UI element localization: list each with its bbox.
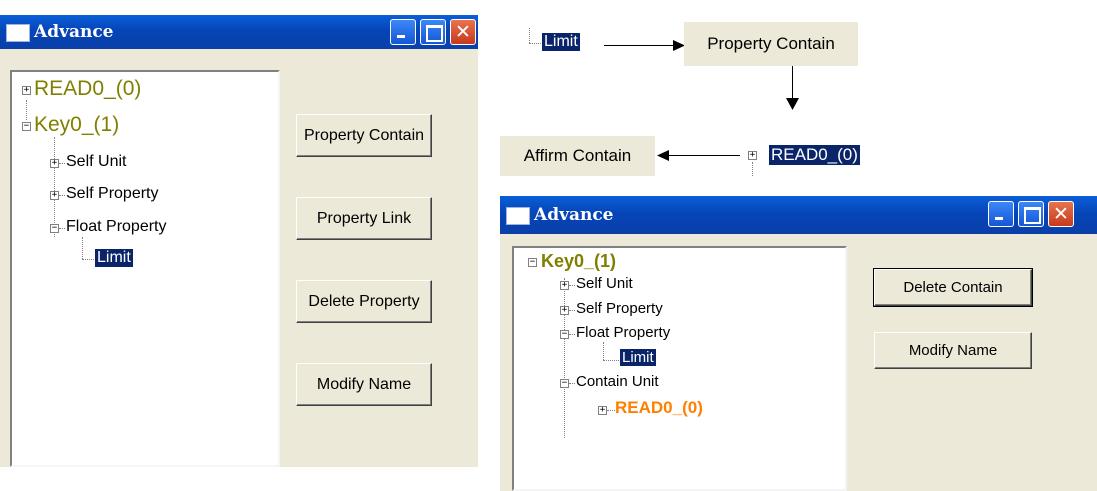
title-bar[interactable]: Advance ✕	[0, 15, 478, 49]
minus-box-icon[interactable]: −	[560, 330, 569, 339]
tree-item-self-unit[interactable]: Self Unit	[576, 275, 633, 292]
tree-connector	[603, 342, 604, 360]
close-icon: ✕	[1053, 203, 1069, 225]
plus-box-icon[interactable]: +	[560, 306, 569, 315]
title-bar[interactable]: Advance ✕	[500, 196, 1097, 234]
tree-item-limit[interactable]: Limit	[619, 348, 657, 367]
maximize-button[interactable]	[420, 19, 446, 45]
delete-contain-button[interactable]: Delete Contain	[873, 268, 1033, 307]
window-title: Advance	[534, 205, 614, 225]
minus-box-icon[interactable]: −	[22, 122, 31, 131]
plus-box-icon[interactable]: +	[50, 159, 59, 168]
arrow-down-icon	[792, 66, 793, 100]
tree-connector	[607, 410, 615, 411]
flow-property-contain-box: Property Contain	[684, 22, 858, 66]
tree-item-self-property[interactable]: Self Property	[576, 300, 663, 317]
minus-box-icon[interactable]: −	[528, 258, 537, 267]
modify-name-button[interactable]: Modify Name	[874, 332, 1032, 369]
plus-box-icon: +	[748, 150, 757, 160]
tree-connector	[569, 383, 575, 384]
tree-connector	[569, 334, 575, 335]
advance-window-right: Advance ✕ − Key0_(1) + Self Unit + Self …	[500, 196, 1097, 491]
minimize-icon	[989, 202, 1013, 226]
flow-read0-label: READ0_(0)	[768, 144, 861, 166]
window-title: Advance	[34, 22, 114, 42]
plus-box-icon[interactable]: +	[598, 406, 607, 415]
advance-window-left: Advance ✕ + READ0_(0) − Key0_(1) + Self …	[0, 15, 478, 467]
close-button[interactable]: ✕	[1048, 201, 1074, 227]
arrow-left-icon	[668, 155, 740, 156]
plus-box-icon[interactable]: +	[22, 86, 31, 95]
delete-property-button[interactable]: Delete Property	[296, 280, 432, 323]
tree-connector	[564, 278, 565, 438]
tree-connector	[54, 137, 55, 237]
tree-item-self-unit[interactable]: Self Unit	[66, 153, 126, 171]
tree-connector	[26, 100, 27, 120]
app-icon	[506, 207, 530, 225]
tree-connector	[59, 163, 65, 164]
tree-view[interactable]: + READ0_(0) − Key0_(1) + Self Unit + Sel…	[10, 70, 280, 467]
minus-box-icon[interactable]: −	[560, 379, 569, 388]
minimize-button[interactable]	[390, 19, 416, 45]
plus-box-icon[interactable]: +	[50, 191, 59, 200]
tree-view[interactable]: − Key0_(1) + Self Unit + Self Property −…	[512, 246, 847, 491]
tree-item-limit[interactable]: Limit	[94, 248, 134, 268]
tree-item-float-property[interactable]: Float Property	[66, 218, 166, 236]
tree-connector	[752, 162, 753, 176]
minus-box-icon[interactable]: −	[50, 224, 59, 233]
tree-connector	[59, 228, 65, 229]
maximize-icon	[1019, 202, 1043, 226]
tree-connector	[529, 43, 541, 44]
tree-item-self-property[interactable]: Self Property	[66, 185, 158, 203]
flow-affirm-contain-box: Affirm Contain	[500, 136, 655, 176]
tree-item-float-property[interactable]: Float Property	[576, 324, 670, 341]
property-link-button[interactable]: Property Link	[296, 197, 432, 240]
tree-item-read0[interactable]: READ0_(0)	[34, 77, 141, 101]
tree-connector	[569, 285, 575, 286]
arrow-down-icon	[786, 98, 799, 110]
maximize-button[interactable]	[1018, 201, 1044, 227]
tree-item-key0[interactable]: Key0_(1)	[34, 113, 119, 137]
tree-connector	[82, 259, 94, 260]
maximize-icon	[421, 20, 445, 44]
plus-box-icon[interactable]: +	[560, 281, 569, 290]
modify-name-button[interactable]: Modify Name	[296, 363, 432, 406]
tree-connector	[569, 310, 575, 311]
minimize-icon	[391, 20, 415, 44]
minimize-button[interactable]	[988, 201, 1014, 227]
property-contain-button[interactable]: Property Contain	[296, 114, 432, 157]
tree-connector	[529, 28, 530, 43]
flow-limit-label: Limit	[541, 32, 581, 52]
tree-connector	[82, 237, 83, 259]
close-icon: ✕	[455, 21, 471, 43]
tree-item-read0[interactable]: READ0_(0)	[615, 398, 703, 418]
close-button[interactable]: ✕	[450, 19, 476, 45]
app-icon	[6, 24, 30, 42]
tree-connector	[59, 195, 65, 196]
arrow-right-icon	[604, 45, 678, 46]
tree-item-contain-unit[interactable]: Contain Unit	[576, 373, 659, 390]
tree-item-key0[interactable]: Key0_(1)	[541, 251, 616, 272]
tree-connector	[603, 360, 619, 361]
